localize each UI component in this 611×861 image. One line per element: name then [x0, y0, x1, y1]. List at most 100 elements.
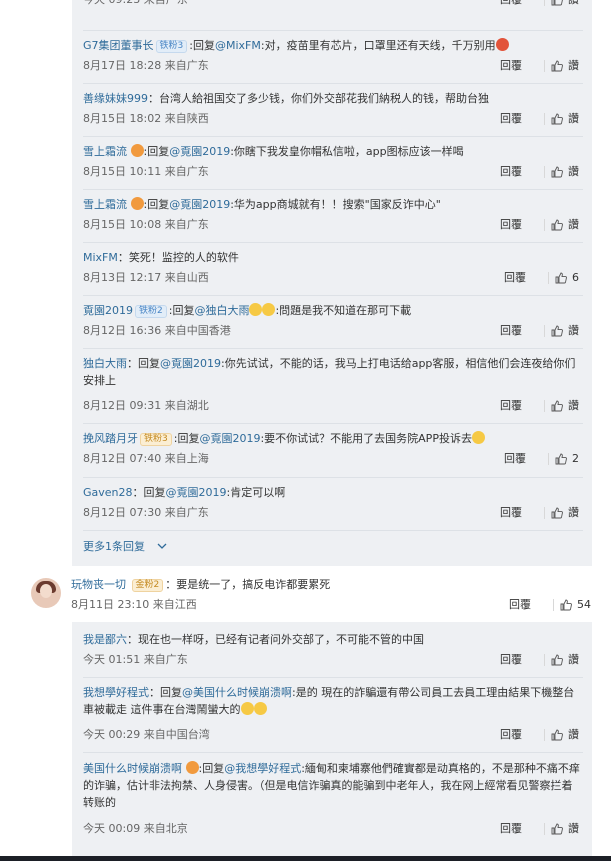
- like-button[interactable]: 54: [560, 598, 591, 612]
- like-button[interactable]: 讚: [551, 218, 579, 232]
- comment-meta: 8月11日 23:10 来自江西: [71, 598, 197, 611]
- reply-author[interactable]: 挽风踏月牙: [83, 432, 138, 445]
- like-button[interactable]: 讚: [551, 324, 579, 338]
- reply-button[interactable]: 回覆: [500, 218, 540, 232]
- reply-actions: 回覆 讚: [500, 822, 579, 836]
- like-button[interactable]: 讚: [551, 653, 579, 667]
- chevron-down-icon: [157, 543, 166, 549]
- reply-author[interactable]: MixFM: [83, 251, 118, 264]
- reply-button[interactable]: 回覆: [500, 0, 540, 7]
- like-button[interactable]: 讚: [551, 59, 579, 73]
- thumbs-up-icon: [555, 272, 567, 284]
- reply-item: Gaven28：回复@覔園2019:肯定可以啊 8月12日 07:30 来自广东 回…: [83, 484, 583, 522]
- reply-item: 独白大雨：回复@覔園2019:你先试试，不能的话，我马上打电话给app客服，相信…: [83, 355, 583, 415]
- reply-meta: 8月13日 12:17 来自山西: [83, 271, 209, 284]
- reply-item: 雪上霜流 :回复@覔園2019:华为app商城就有！！搜索"国家反诈中心" 8月1…: [83, 196, 583, 234]
- divider: [544, 166, 545, 178]
- reply-author[interactable]: 我是鄙六: [83, 633, 127, 646]
- like-label: 讚: [568, 324, 579, 337]
- like-count: 6: [572, 271, 579, 284]
- reply-item: MixFM：笑死！监控的人的软件 8月13日 12:17 来自山西 回覆 6: [83, 249, 583, 287]
- reply-actions: 回覆 讚: [500, 0, 579, 7]
- reply-button[interactable]: 回覆: [500, 112, 540, 126]
- divider: [544, 507, 545, 519]
- reply-button[interactable]: 回覆: [500, 653, 540, 667]
- mention-link[interactable]: @独白大雨: [194, 304, 249, 317]
- reply-button[interactable]: 回覆: [500, 324, 540, 338]
- reply-button[interactable]: 回覆: [504, 271, 544, 285]
- reply-actions: 回覆 讚: [500, 506, 579, 520]
- reply-actions: 回覆 讚: [500, 112, 579, 126]
- like-label: 讚: [568, 506, 579, 519]
- reply-prefix: 回复: [147, 198, 170, 211]
- reply-item: 雪上霜流 :回复@覔園2019:你瞎下我发皇你帽私信啦，app图标应该一样喝 8月…: [83, 143, 583, 181]
- mention-link[interactable]: @覔園2019: [169, 198, 230, 211]
- divider: [548, 453, 549, 465]
- reply-actions: 回覆 讚: [500, 399, 579, 413]
- reply-author[interactable]: 独白大雨: [83, 357, 127, 370]
- reply-meta: 8月17日 18:28 来自广东: [83, 59, 209, 72]
- reply-author[interactable]: 善缘妹妹999: [83, 92, 148, 105]
- like-button[interactable]: 6: [555, 271, 579, 285]
- reply-button[interactable]: 回覆: [509, 598, 549, 612]
- like-button[interactable]: 2: [555, 452, 579, 466]
- reply-actions: 回覆 6: [504, 271, 579, 285]
- reply-button[interactable]: 回覆: [500, 506, 540, 520]
- member-badge-icon[interactable]: [130, 144, 144, 157]
- reply-meta: 8月15日 10:11 来自广东: [83, 165, 209, 178]
- reply-button[interactable]: 回覆: [500, 728, 540, 742]
- mention-link[interactable]: @覔園2019: [166, 486, 227, 499]
- reply-button[interactable]: 回覆: [504, 452, 544, 466]
- reply-button[interactable]: 回覆: [500, 59, 540, 73]
- reply-item: 今天 09:23 来自广东 回覆 讚: [83, 0, 583, 9]
- mention-link[interactable]: @MixFM: [215, 39, 261, 52]
- reply-author[interactable]: 美国什么时候崩溃啊: [83, 762, 182, 775]
- like-button[interactable]: 讚: [551, 112, 579, 126]
- fan-badge[interactable]: 铁粉2: [135, 305, 167, 318]
- avatar[interactable]: [31, 578, 61, 608]
- reply-actions: 回覆 讚: [500, 218, 579, 232]
- reply-button[interactable]: 回覆: [500, 165, 540, 179]
- comment-author[interactable]: 玩物丧一切: [71, 578, 126, 591]
- reply-author[interactable]: 覔園2019: [83, 304, 133, 317]
- reply-divider: [83, 295, 583, 296]
- reply-button[interactable]: 回覆: [500, 399, 540, 413]
- mention-link[interactable]: @美国什么时候崩溃啊: [182, 686, 292, 699]
- reply-author[interactable]: G7集团董事长: [83, 39, 154, 52]
- reply-meta: 8月12日 07:30 来自广东: [83, 506, 209, 519]
- reply-actions: 回覆 讚: [500, 165, 579, 179]
- like-label: 讚: [568, 59, 579, 72]
- like-button[interactable]: 讚: [551, 0, 579, 7]
- mention-link[interactable]: @我想學好程式: [224, 762, 301, 775]
- reply-divider: [83, 242, 583, 243]
- mention-link[interactable]: @覔園2019: [160, 357, 221, 370]
- like-button[interactable]: 讚: [551, 822, 579, 836]
- reply-actions: 回覆 讚: [500, 728, 579, 742]
- thumbs-up-icon: [551, 325, 563, 337]
- member-badge-icon[interactable]: [130, 197, 144, 210]
- fan-badge[interactable]: 铁粉3: [155, 40, 188, 53]
- reply-button[interactable]: 回覆: [500, 822, 540, 836]
- member-badge-icon[interactable]: [185, 761, 199, 774]
- divider: [544, 113, 545, 125]
- like-button[interactable]: 讚: [551, 728, 579, 742]
- reply-author[interactable]: Gaven28: [83, 486, 133, 499]
- show-more-replies-button[interactable]: 更多1条回复: [83, 538, 167, 554]
- fan-badge[interactable]: 金粉2: [131, 579, 164, 592]
- like-button[interactable]: 讚: [551, 165, 579, 179]
- reply-divider: [83, 423, 583, 424]
- like-label: 讚: [568, 218, 579, 231]
- reply-divider: [83, 677, 583, 678]
- reply-author[interactable]: 我想學好程式: [83, 686, 149, 699]
- divider: [544, 0, 545, 6]
- like-button[interactable]: 讚: [551, 399, 579, 413]
- reply-author[interactable]: 雪上霜流: [83, 198, 127, 211]
- mention-link[interactable]: @覔園2019: [199, 432, 260, 445]
- thumbs-up-icon: [551, 729, 563, 741]
- like-button[interactable]: 讚: [551, 506, 579, 520]
- reply-author[interactable]: 雪上霜流: [83, 145, 127, 158]
- fan-badge[interactable]: 铁粉3: [140, 433, 172, 446]
- reply-divider: [83, 752, 583, 753]
- mention-link[interactable]: @覔園2019: [169, 145, 230, 158]
- reply-separator: ：: [149, 686, 160, 699]
